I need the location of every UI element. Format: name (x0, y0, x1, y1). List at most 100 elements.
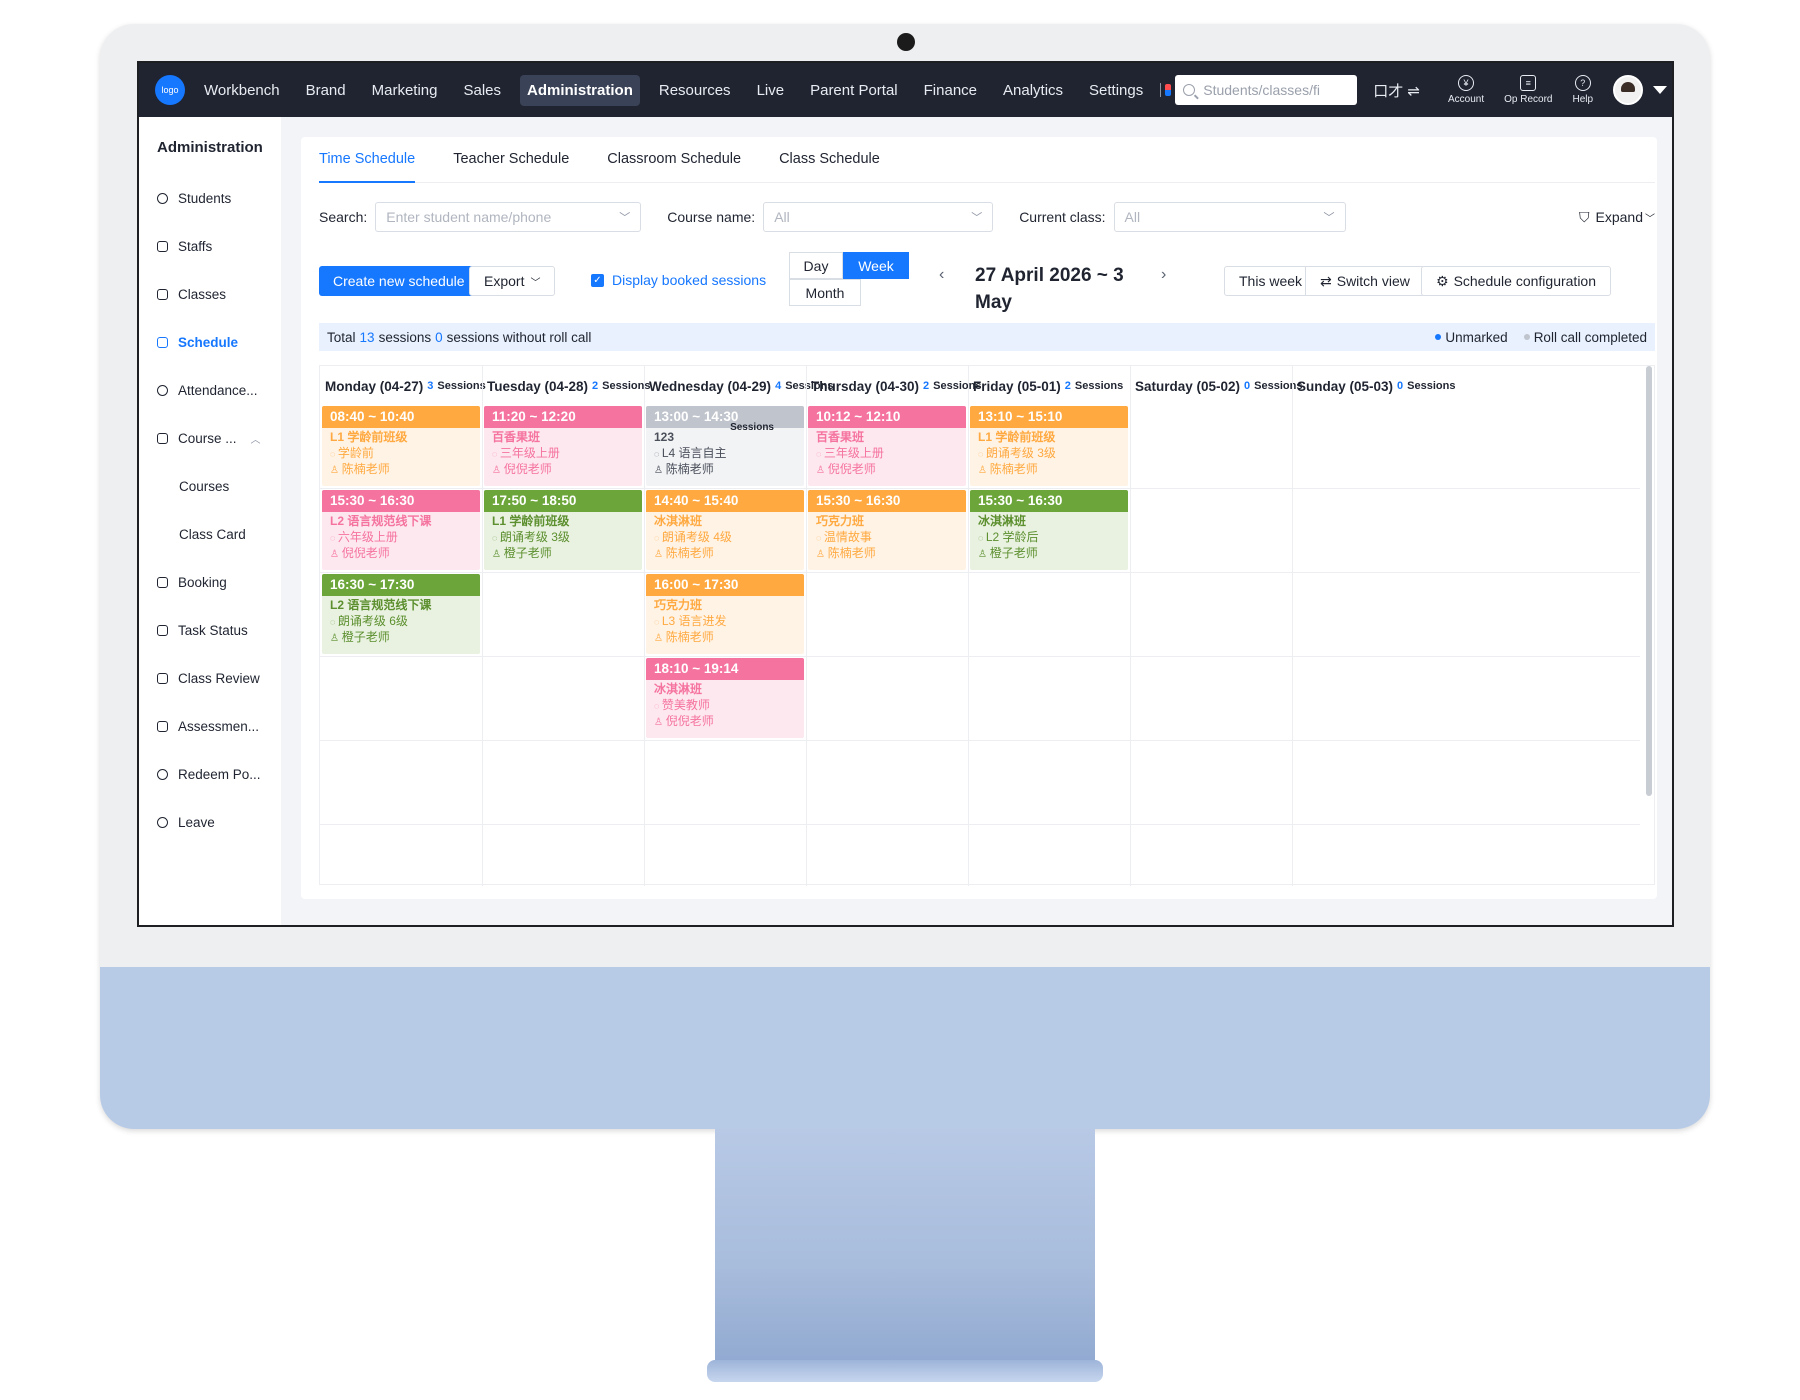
event-teacher: 倪倪老师 (654, 714, 796, 731)
sidebar-item-staffs[interactable]: Staffs (139, 222, 281, 270)
expand-button[interactable]: ⛉ Expand ﹀ (1579, 209, 1655, 226)
sidebar-item-leave[interactable]: Leave (139, 798, 281, 846)
row-divider (320, 488, 1640, 489)
logo[interactable]: logo (155, 75, 185, 105)
sidebar-item-label: Task Status (178, 622, 248, 638)
chevron-left-icon[interactable]: ‹ (939, 266, 944, 284)
calendar-scrollbar[interactable] (1646, 366, 1652, 796)
sidebar-item-class-card[interactable]: Class Card (139, 510, 281, 558)
event-teacher: 陈楠老师 (654, 630, 796, 647)
nav-settings[interactable]: Settings (1082, 75, 1150, 106)
nav-marketing[interactable]: Marketing (365, 75, 445, 106)
attendance-icon (157, 384, 168, 396)
schedule-event[interactable]: 17:50 ~ 18:50L1 学龄前班级朗诵考级 3级橙子老师 (484, 490, 642, 570)
avatar[interactable] (1613, 75, 1644, 105)
sidebar-item-booking[interactable]: Booking (139, 558, 281, 606)
tab-class-schedule[interactable]: Class Schedule (779, 137, 880, 183)
nav-sales[interactable]: Sales (456, 75, 508, 106)
global-search-placeholder: Students/classes/fi (1203, 82, 1320, 98)
op-record-button[interactable]: ≡ Op Record (1504, 75, 1553, 105)
sidebar-item-schedule[interactable]: Schedule (139, 318, 281, 366)
view-month-button[interactable]: Month (789, 279, 861, 306)
chevron-right-icon[interactable]: › (1161, 266, 1166, 284)
gear-icon: ⚙ (1436, 272, 1449, 289)
nav-live[interactable]: Live (750, 75, 792, 106)
day-header: Sunday (05-03) 0 Sessions (1292, 366, 1455, 406)
sidebar: Administration Students Staffs Classes S… (139, 117, 281, 925)
schedule-tabs: Time Schedule Teacher Schedule Classroom… (319, 137, 1655, 183)
display-booked-label[interactable]: Display booked sessions (612, 272, 766, 288)
event-time: 18:10 ~ 19:14 (646, 658, 804, 680)
calendar-icon (157, 336, 168, 348)
tab-time-schedule[interactable]: Time Schedule (319, 137, 416, 183)
switch-view-button[interactable]: ⇄ Switch view (1305, 266, 1425, 296)
language-switch[interactable]: 口才 ⇌ (1373, 80, 1420, 101)
review-icon (157, 672, 168, 684)
schedule-event[interactable]: 18:10 ~ 19:14冰淇淋班赞美教师倪倪老师 (646, 658, 804, 738)
summary-without-count: 0 (435, 329, 443, 345)
day-sessions-word: Sessions (1074, 380, 1124, 392)
schedule-event[interactable]: 15:30 ~ 16:30巧克力班温情故事陈楠老师 (808, 490, 966, 570)
tab-classroom-schedule[interactable]: Classroom Schedule (607, 137, 741, 183)
sidebar-item-students[interactable]: Students (139, 174, 281, 222)
schedule-event[interactable]: 13:10 ~ 15:10L1 学龄前班级朗诵考级 3级陈楠老师 (970, 406, 1128, 486)
row-divider (320, 572, 1640, 573)
student-search-input[interactable]: Enter student name/phone ﹀ (375, 202, 642, 232)
schedule-configuration-button[interactable]: ⚙ Schedule configuration (1421, 266, 1611, 296)
schedule-event[interactable]: 15:30 ~ 16:30 冰淇淋班 L2 学龄后橙子老师 (970, 490, 1128, 570)
day-header: Saturday (05-02) 0 Sessions (1130, 366, 1302, 406)
nav-parent-portal[interactable]: Parent Portal (803, 75, 905, 106)
sidebar-item-attendance[interactable]: Attendance... (139, 366, 281, 414)
global-search-input[interactable]: Students/classes/fi (1175, 75, 1358, 105)
nav-brand[interactable]: Brand (299, 75, 353, 106)
sidebar-item-class-review[interactable]: Class Review (139, 654, 281, 702)
schedule-event[interactable]: 15:30 ~ 16:30L2 语言规范线下课六年级上册倪倪老师 (322, 490, 480, 570)
sidebar-item-label: Courses (179, 478, 230, 494)
completed-dot (1523, 334, 1530, 340)
nav-analytics[interactable]: Analytics (996, 75, 1070, 106)
event-body: 冰淇淋班朗诵考级 4级陈楠老师 (646, 512, 804, 565)
sidebar-item-label: Course ... (178, 430, 237, 446)
schedule-event[interactable]: 10:12 ~ 12:10百香果班三年级上册倪倪老师 (808, 406, 966, 486)
this-week-button[interactable]: This week (1224, 266, 1318, 296)
schedule-event[interactable]: 08:40 ~ 10:40L1 学龄前班级学龄前陈楠老师 (322, 406, 480, 486)
chevron-down-icon: ﹀ (971, 212, 983, 224)
sidebar-item-task-status[interactable]: Task Status (139, 606, 281, 654)
event-course: L4 语言自主 (654, 446, 796, 463)
row-divider (320, 740, 1640, 741)
chevron-down-icon: ﹀ (619, 212, 631, 224)
event-teacher: 橙子老师 (330, 630, 472, 647)
sidebar-item-assessment[interactable]: Assessmen... (139, 702, 281, 750)
classes-icon (157, 288, 168, 300)
sidebar-item-redeem[interactable]: Redeem Po... (139, 750, 281, 798)
caret-down-icon[interactable] (1653, 86, 1668, 94)
nav-administration[interactable]: Administration (520, 74, 640, 106)
tab-teacher-schedule[interactable]: Teacher Schedule (453, 137, 569, 183)
nav-workbench[interactable]: Workbench (197, 75, 287, 106)
schedule-event[interactable]: 16:00 ~ 17:30 巧克力班 L3 语言进发陈楠老师 (646, 574, 804, 654)
sidebar-item-courses[interactable]: Courses (139, 462, 281, 510)
account-button[interactable]: ¥ Account (1448, 75, 1484, 105)
current-class-select[interactable]: All ﹀ (1113, 202, 1346, 232)
day-name: Wednesday (04-29) (649, 378, 772, 394)
view-day-button[interactable]: Day (789, 252, 843, 279)
view-week-button[interactable]: Week (843, 252, 909, 279)
unmarked-dot (1435, 334, 1442, 340)
student-search-placeholder: Enter student name/phone (386, 209, 552, 225)
nav-finance[interactable]: Finance (917, 75, 984, 106)
schedule-event[interactable]: 13:00 ~ 14:30 123 L4 语言自主陈楠老师 Sessions (646, 406, 804, 486)
nav-divider (1160, 83, 1162, 97)
schedule-event[interactable]: 14:40 ~ 15:40冰淇淋班朗诵考级 4级陈楠老师 (646, 490, 804, 570)
course-name-select[interactable]: All ﹀ (763, 202, 994, 232)
nav-resources[interactable]: Resources (652, 75, 738, 106)
export-button[interactable]: Export ﹀ (469, 266, 556, 296)
sidebar-item-classes[interactable]: Classes (139, 270, 281, 318)
schedule-event[interactable]: 11:20 ~ 12:20百香果班三年级上册倪倪老师 (484, 406, 642, 486)
event-course: 三年级上册 (816, 446, 958, 463)
schedule-event[interactable]: 16:30 ~ 17:30L2 语言规范线下课朗诵考级 6级橙子老师 (322, 574, 480, 654)
create-schedule-button[interactable]: Create new schedule (319, 266, 479, 296)
sidebar-item-course[interactable]: Course ... ︿ (139, 414, 281, 462)
sidebar-item-label: Class Review (178, 670, 260, 686)
display-booked-checkbox[interactable]: ✓ (591, 274, 604, 287)
help-button[interactable]: ? Help (1573, 75, 1593, 105)
